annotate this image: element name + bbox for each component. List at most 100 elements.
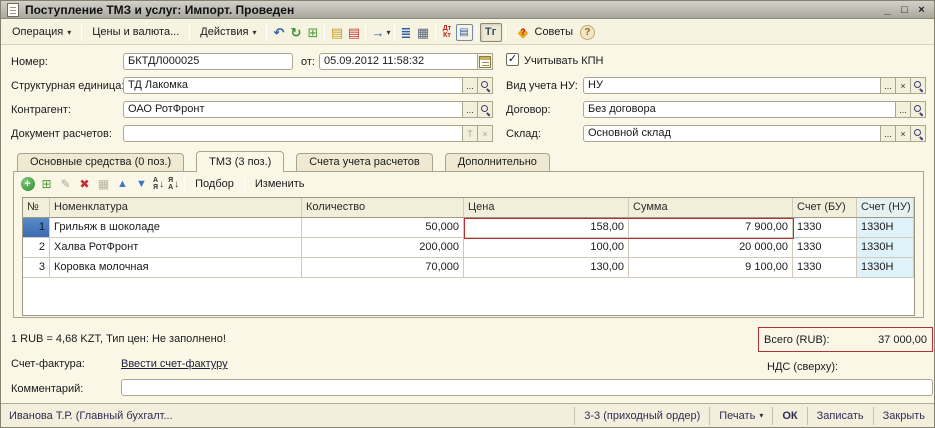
cell-price[interactable]: 158,00 xyxy=(464,218,629,238)
settlement-document-label: Документ расчетов: xyxy=(11,128,112,140)
col-header-account-bu[interactable]: Счет (БУ) xyxy=(793,198,857,218)
structural-unit-select-button[interactable]: ... xyxy=(462,77,478,94)
cell-nomenclature[interactable]: Грильяж в шоколаде xyxy=(50,218,302,238)
unpost-document-icon[interactable]: ▤ xyxy=(345,24,362,41)
close-form-button[interactable]: Закрыть xyxy=(873,407,934,425)
table-row[interactable]: 1 Грильяж в шоколаде 50,000 158,00 7 900… xyxy=(23,218,914,238)
tenge-currency-button[interactable]: Тг xyxy=(480,23,502,42)
checklist-icon[interactable]: ▦ xyxy=(415,24,432,41)
set-end-button[interactable]: ▦ xyxy=(94,176,113,193)
pick-button[interactable]: Подбор xyxy=(188,177,241,191)
settlement-document-input[interactable] xyxy=(123,125,463,142)
edit-row-button[interactable]: ✎ xyxy=(56,176,75,193)
kpn-checkbox[interactable]: ✓ xyxy=(506,53,519,66)
cell-quantity[interactable]: 70,000 xyxy=(302,258,464,278)
toolbar-separator xyxy=(244,177,245,192)
cell-nomenclature[interactable]: Халва РотФронт xyxy=(50,238,302,258)
col-header-sum[interactable]: Сумма xyxy=(629,198,793,218)
tab-tmz[interactable]: ТМЗ (3 поз.) xyxy=(196,151,284,172)
contractor-search-button[interactable] xyxy=(477,101,493,118)
col-header-nomenclature[interactable]: Номенклатура xyxy=(50,198,302,218)
delete-row-button[interactable]: ✖ xyxy=(75,176,94,193)
cell-account-bu[interactable]: 1330 xyxy=(793,258,857,278)
comment-input[interactable] xyxy=(121,379,933,396)
cell-num[interactable]: 1 xyxy=(23,218,50,238)
tips-button[interactable]: ◆ ? Советы xyxy=(509,22,580,43)
refresh-icon[interactable]: ↻ xyxy=(287,24,304,41)
help-icon[interactable]: ? xyxy=(580,25,595,40)
tab-additional[interactable]: Дополнительно xyxy=(445,153,550,172)
structural-unit-input[interactable]: ТД Лакомка xyxy=(123,77,463,94)
settlement-clear-button[interactable]: × xyxy=(477,125,493,142)
warehouse-search-button[interactable] xyxy=(910,125,926,142)
reread-document-icon[interactable]: ↶ xyxy=(270,24,287,41)
contractor-input[interactable]: ОАО РотФронт xyxy=(123,101,463,118)
cell-account-bu[interactable]: 1330 xyxy=(793,218,857,238)
minimize-button[interactable]: _ xyxy=(879,3,896,17)
contract-select-button[interactable]: ... xyxy=(895,101,911,118)
change-button[interactable]: Изменить xyxy=(248,177,312,191)
cell-account-nu[interactable]: 1330Н xyxy=(857,258,914,278)
cell-price[interactable]: 100,00 xyxy=(464,238,629,258)
vat-label: НДС (сверху): xyxy=(767,361,838,373)
warehouse-input[interactable]: Основной склад xyxy=(583,125,881,142)
cell-price[interactable]: 130,00 xyxy=(464,258,629,278)
contract-search-button[interactable] xyxy=(910,101,926,118)
nu-select-button[interactable]: ... xyxy=(880,77,896,94)
close-button[interactable]: × xyxy=(913,3,930,17)
cell-quantity[interactable]: 200,000 xyxy=(302,238,464,258)
sort-asc-button[interactable]: АЯ ↓ xyxy=(151,177,166,191)
kpn-label: Учитывать КПН xyxy=(524,55,604,67)
date-input[interactable]: 05.09.2012 11:58:32 xyxy=(319,53,478,70)
settlement-text-button[interactable]: T xyxy=(462,125,478,142)
cell-account-nu[interactable]: 1330Н xyxy=(857,238,914,258)
copy-row-button[interactable]: ⊞ xyxy=(37,176,56,193)
calendar-button[interactable] xyxy=(477,53,493,70)
operation-menu-button[interactable]: Операция ▾ xyxy=(5,23,78,41)
cell-nomenclature[interactable]: Коровка молочная xyxy=(50,258,302,278)
add-row-button[interactable]: + xyxy=(18,176,37,193)
table-row[interactable]: 3 Коровка молочная 70,000 130,00 9 100,0… xyxy=(23,258,914,278)
post-document-icon[interactable]: ▤ xyxy=(328,24,345,41)
ok-button[interactable]: ОК xyxy=(772,407,806,425)
print-button[interactable]: Печать ▾ xyxy=(709,407,772,425)
report-icon[interactable]: ▤ xyxy=(456,24,473,41)
move-up-button[interactable]: ▲ xyxy=(113,176,132,193)
create-based-on-icon[interactable]: → xyxy=(369,24,386,41)
contractor-select-button[interactable]: ... xyxy=(462,101,478,118)
cell-sum[interactable]: 9 100,00 xyxy=(629,258,793,278)
document-structure-icon[interactable]: ≣ xyxy=(398,24,415,41)
cell-account-nu[interactable]: 1330Н xyxy=(857,218,914,238)
col-header-quantity[interactable]: Количество xyxy=(302,198,464,218)
prices-currency-button[interactable]: Цены и валюта... xyxy=(85,23,186,41)
warehouse-select-button[interactable]: ... xyxy=(880,125,896,142)
nu-clear-button[interactable]: × xyxy=(895,77,911,94)
cell-num[interactable]: 2 xyxy=(23,238,50,258)
maximize-button[interactable]: □ xyxy=(896,3,913,17)
col-header-num[interactable]: № xyxy=(23,198,50,218)
nu-search-button[interactable] xyxy=(910,77,926,94)
actions-menu-button[interactable]: Действия ▾ xyxy=(193,23,263,41)
tab-fixed-assets[interactable]: Основные средства (0 поз.) xyxy=(17,153,184,172)
cell-account-bu[interactable]: 1330 xyxy=(793,238,857,258)
cell-sum[interactable]: 20 000,00 xyxy=(629,238,793,258)
save-button[interactable]: Записать xyxy=(807,407,873,425)
copy-document-icon[interactable]: ⊞ xyxy=(304,24,321,41)
tab-settlement-accounts[interactable]: Счета учета расчетов xyxy=(296,153,432,172)
cell-sum[interactable]: 7 900,00 xyxy=(629,218,793,238)
table-row[interactable]: 2 Халва РотФронт 200,000 100,00 20 000,0… xyxy=(23,238,914,258)
sort-desc-button[interactable]: ЯА ↓ xyxy=(166,177,181,191)
warehouse-clear-button[interactable]: × xyxy=(895,125,911,142)
cell-num[interactable]: 3 xyxy=(23,258,50,278)
comment-label: Комментарий: xyxy=(11,383,83,395)
nu-account-type-input[interactable]: НУ xyxy=(583,77,881,94)
dt-kt-postings-icon[interactable]: Дт Кт xyxy=(439,24,456,41)
cell-quantity[interactable]: 50,000 xyxy=(302,218,464,238)
col-header-price[interactable]: Цена xyxy=(464,198,629,218)
contract-input[interactable]: Без договора xyxy=(583,101,896,118)
move-down-button[interactable]: ▼ xyxy=(132,176,151,193)
number-input[interactable]: БКТДЛ000025 xyxy=(123,53,293,70)
enter-invoice-link[interactable]: Ввести счет-фактуру xyxy=(121,358,228,370)
structural-unit-search-button[interactable] xyxy=(477,77,493,94)
col-header-account-nu[interactable]: Счет (НУ) xyxy=(857,198,914,218)
